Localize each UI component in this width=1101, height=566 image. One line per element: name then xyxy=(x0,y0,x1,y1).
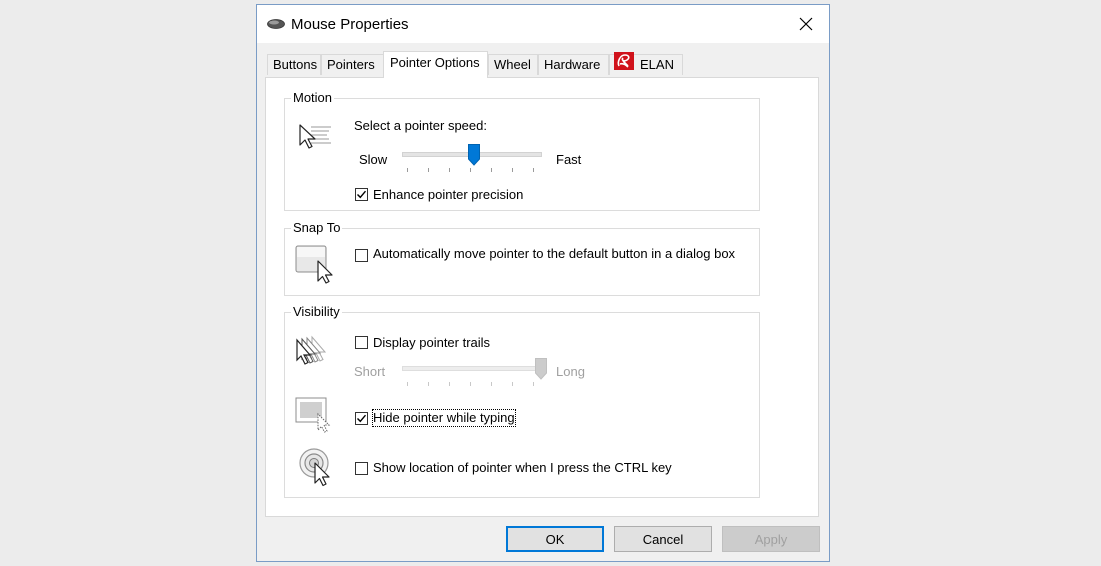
pointer-trails-checkbox[interactable] xyxy=(355,336,368,349)
apply-button[interactable]: Apply xyxy=(722,526,820,552)
pointer-speed-label: Select a pointer speed: xyxy=(354,118,487,133)
long-label: Long xyxy=(556,364,585,379)
hide-pointer-icon xyxy=(295,397,335,438)
close-icon xyxy=(799,17,813,31)
enhance-precision-label[interactable]: Enhance pointer precision xyxy=(373,187,523,203)
hide-pointer-checkbox[interactable] xyxy=(355,412,368,425)
pointer-trails-slider[interactable] xyxy=(402,366,542,371)
pointer-speed-slider-thumb[interactable] xyxy=(468,144,480,169)
tab-wheel[interactable]: Wheel xyxy=(488,54,538,75)
cancel-button[interactable]: Cancel xyxy=(614,526,712,552)
visibility-group-label: Visibility xyxy=(291,304,342,320)
tab-label: ELAN xyxy=(640,57,674,72)
apply-button-label: Apply xyxy=(754,531,788,547)
fast-label: Fast xyxy=(556,152,582,167)
snap-to-checkbox[interactable] xyxy=(355,249,368,262)
tab-hardware[interactable]: Hardware xyxy=(538,54,609,75)
motion-group: Motion Select a pointer speed: Slow Fast… xyxy=(284,90,760,211)
short-label: Short xyxy=(354,364,386,379)
checkmark-icon xyxy=(357,414,367,423)
elan-logo-icon xyxy=(614,52,634,76)
cancel-button-label: Cancel xyxy=(642,531,684,547)
pointer-trails-slider-thumb[interactable] xyxy=(535,358,547,383)
tab-label: Wheel xyxy=(494,57,531,72)
snap-to-button-icon xyxy=(295,245,337,288)
tab-label: Pointer Options xyxy=(390,55,480,70)
pointer-trails-icon xyxy=(295,333,335,370)
close-button[interactable] xyxy=(783,5,829,43)
slow-label: Slow xyxy=(359,152,388,167)
motion-group-label: Motion xyxy=(291,90,335,106)
ctrl-locate-checkbox[interactable] xyxy=(355,462,368,475)
tab-pointer-options[interactable]: Pointer Options xyxy=(383,51,488,78)
snap-to-label[interactable]: Automatically move pointer to the defaul… xyxy=(373,246,743,262)
tab-label: Pointers xyxy=(327,57,375,72)
mouse-app-icon xyxy=(267,18,285,33)
window-title: Mouse Properties xyxy=(291,16,409,33)
ctrl-locate-label[interactable]: Show location of pointer when I press th… xyxy=(373,460,672,476)
pointer-speed-icon xyxy=(297,121,333,154)
tab-pointers[interactable]: Pointers xyxy=(321,54,384,75)
ctrl-locate-icon xyxy=(299,447,335,490)
checkmark-icon xyxy=(357,190,367,199)
ok-button-label: OK xyxy=(545,531,565,547)
visibility-group: Visibility Display pointer trails Short xyxy=(284,304,760,498)
tab-buttons[interactable]: Buttons xyxy=(267,54,321,75)
title-bar[interactable]: Mouse Properties xyxy=(257,5,829,43)
snap-to-group: Snap To Automatically move pointer to th… xyxy=(284,220,760,296)
ok-button[interactable]: OK xyxy=(506,526,604,552)
mouse-properties-window: Mouse Properties Buttons Pointers Pointe… xyxy=(256,4,830,562)
tab-elan[interactable]: ELAN xyxy=(609,52,683,76)
hide-pointer-label[interactable]: Hide pointer while typing xyxy=(372,409,516,427)
tab-label: Buttons xyxy=(273,57,318,72)
pointer-options-panel: Motion Select a pointer speed: Slow Fast… xyxy=(265,77,819,517)
tab-label: Hardware xyxy=(544,57,601,72)
snap-to-group-label: Snap To xyxy=(291,220,343,236)
enhance-precision-checkbox[interactable] xyxy=(355,188,368,201)
pointer-trails-label[interactable]: Display pointer trails xyxy=(373,335,490,351)
